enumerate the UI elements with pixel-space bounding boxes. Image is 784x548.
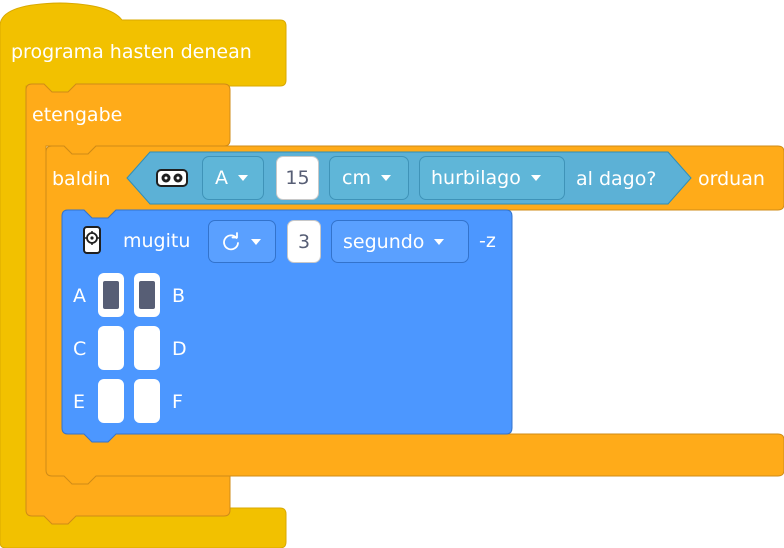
direction-dropdown[interactable] (208, 220, 276, 263)
motor-icon (82, 226, 102, 256)
port-toggle-f[interactable] (134, 379, 160, 423)
move-suffix: -z (479, 230, 496, 252)
chevron-down-icon (434, 238, 445, 245)
then-label: orduan (698, 168, 765, 190)
hat-label: programa hasten denean (11, 41, 252, 63)
forever-label: etengabe (32, 104, 123, 126)
port-dropdown[interactable]: A (202, 156, 264, 200)
clockwise-rotation-icon (221, 231, 241, 252)
amount-input-value: 3 (297, 230, 311, 253)
chevron-down-icon (530, 175, 541, 181)
distance-input-value: 15 (285, 167, 310, 189)
port-selected-indicator (139, 281, 155, 309)
port-selected-indicator (103, 281, 119, 309)
port-toggle-d[interactable] (134, 326, 160, 370)
move-unit-dropdown-value: segundo (343, 230, 425, 253)
move-unit-dropdown[interactable]: segundo (331, 220, 469, 263)
amount-input[interactable]: 3 (287, 220, 321, 263)
chevron-down-icon (238, 175, 248, 181)
port-dropdown-value: A (215, 167, 228, 189)
move-label: mugitu (123, 230, 191, 252)
port-label-d: D (172, 338, 187, 360)
condition-suffix: al dago? (576, 168, 657, 190)
port-label-c: C (73, 338, 87, 360)
if-label: baldin (52, 168, 111, 190)
port-toggle-b[interactable] (134, 273, 160, 317)
unit-dropdown[interactable]: cm (329, 156, 409, 200)
port-toggle-e[interactable] (98, 379, 124, 423)
port-label-f: F (172, 391, 183, 413)
script-canvas: programa hasten denean etengabe baldin o… (0, 0, 784, 548)
chevron-down-icon (380, 175, 391, 181)
chevron-down-icon (251, 238, 261, 245)
port-toggle-c[interactable] (98, 326, 124, 370)
comparison-dropdown[interactable]: hurbilago (419, 156, 565, 200)
port-label-a: A (73, 285, 86, 307)
distance-sensor-icon (156, 167, 188, 189)
unit-dropdown-value: cm (342, 167, 371, 189)
port-toggle-a[interactable] (98, 273, 124, 317)
distance-input[interactable]: 15 (276, 156, 319, 200)
port-label-b: B (172, 285, 186, 307)
port-label-e: E (73, 391, 86, 413)
comparison-dropdown-value: hurbilago (431, 167, 521, 189)
